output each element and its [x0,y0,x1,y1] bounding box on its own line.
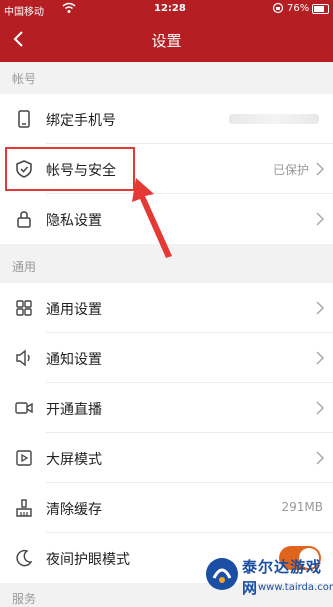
page-title: 设置 [151,32,182,50]
row-notifications[interactable]: 通知设置 [0,333,333,383]
status-bar: 中国移动 12:28 76% [0,0,333,18]
carrier-label: 中国移动 [4,7,44,18]
row-label: 开通直播 [46,402,102,418]
moon-icon [14,548,34,568]
watermark-logo-icon [206,558,238,590]
video-camera-icon [14,398,34,418]
masked-phone-number [229,114,319,124]
row-label: 通用设置 [46,302,102,318]
chevron-right-icon [315,350,325,366]
row-label: 隐私设置 [46,213,102,229]
section-header-account: 帐号 [12,72,37,86]
chevron-right-icon [315,300,325,316]
wifi-icon [62,2,76,17]
battery-percent: 76% [287,3,310,14]
chevron-right-icon [315,450,325,466]
row-general-settings[interactable]: 通用设置 [0,283,333,333]
row-label: 通知设置 [46,352,102,368]
play-screen-icon [14,448,34,468]
lock-icon [14,209,34,229]
speaker-icon [14,348,34,368]
watermark: 泰尔达游戏网 www.tairda.com [202,550,333,602]
battery-icon [312,4,329,14]
phone-icon [14,109,34,129]
chevron-right-icon [315,400,325,416]
row-label: 清除缓存 [46,502,102,518]
highlight-box [5,147,135,191]
section-header-general: 通用 [12,260,37,274]
row-bind-phone[interactable]: 绑定手机号 [0,94,333,144]
nav-bar: 设置 [0,18,333,62]
chevron-right-icon [315,161,325,177]
row-start-live[interactable]: 开通直播 [0,383,333,433]
rotation-lock-icon [272,2,284,17]
row-value: 已保护 [272,163,309,177]
row-big-screen[interactable]: 大屏模式 [0,433,333,483]
chevron-right-icon [315,211,325,227]
cache-size: 291MB [281,500,324,514]
row-label: 绑定手机号 [46,113,116,129]
row-clear-cache[interactable]: 清除缓存 291MB [0,483,333,533]
section-header-service: 服务 [12,592,37,606]
grid-icon [14,298,34,318]
broom-icon [14,498,34,518]
row-label: 大屏模式 [46,452,102,468]
watermark-url: www.tairda.com [258,582,333,593]
clock: 12:28 [154,3,186,14]
annotation-arrow-icon [132,178,172,258]
row-label: 夜间护眼模式 [46,552,130,568]
